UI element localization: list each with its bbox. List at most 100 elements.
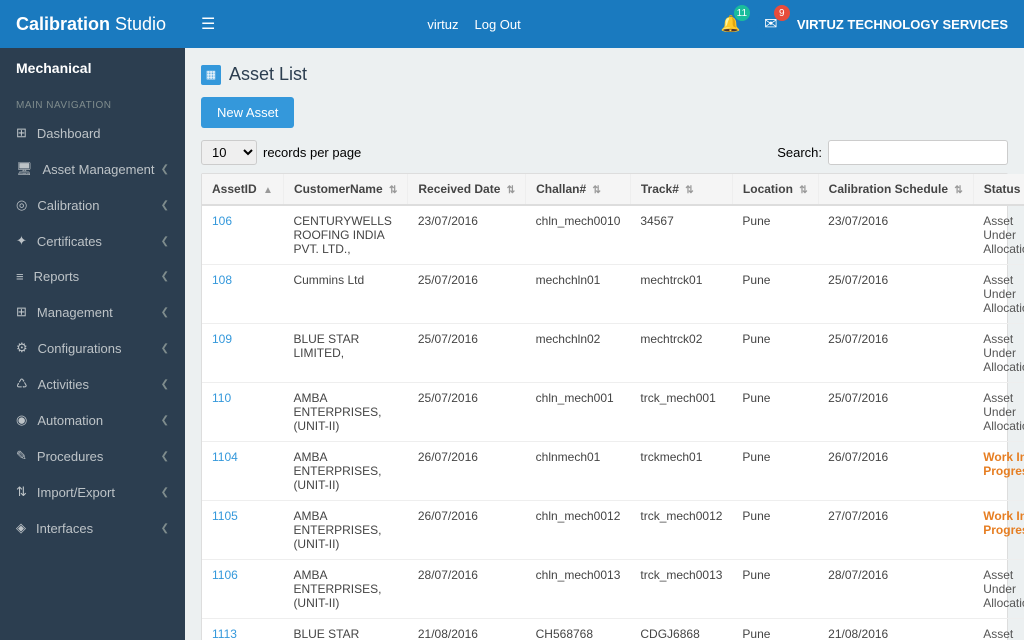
sidebar-item-label: Asset Management (43, 162, 155, 177)
sidebar-item-management[interactable]: ⊞ Management ❮ (0, 294, 185, 330)
asset-id-link[interactable]: 1106 (212, 568, 238, 582)
records-per-page-select[interactable]: 10 25 50 100 (201, 140, 257, 165)
cell-challan: mechchln01 (526, 265, 631, 324)
chevron-icon: ❮ (161, 307, 169, 318)
automation-icon: ◉ (16, 412, 27, 428)
sidebar-item-reports[interactable]: ≡ Reports ❮ (0, 259, 185, 294)
cell-customer-name: Cummins Ltd (283, 265, 407, 324)
cell-customer-name: BLUE STAR LIMITED, (283, 324, 407, 383)
sidebar-item-label: Procedures (37, 449, 103, 464)
asset-id-link[interactable]: 108 (212, 273, 232, 287)
sidebar-section-label: Main Navigation (0, 88, 185, 115)
asset-management-icon: 🖥 (16, 161, 33, 177)
cell-status: Asset Under Allocation (973, 205, 1024, 265)
cell-received-date: 25/07/2016 (408, 265, 526, 324)
table-row: 106 CENTURYWELLS ROOFING INDIA PVT. LTD.… (202, 205, 1024, 265)
sidebar-item-configurations[interactable]: ⚙ Configurations ❮ (0, 330, 185, 366)
cell-received-date: 21/08/2016 (408, 619, 526, 640)
table-controls: 10 25 50 100 records per page Search: (201, 140, 1008, 165)
sidebar-item-procedures[interactable]: ✎ Procedures ❮ (0, 438, 185, 474)
col-asset-id[interactable]: AssetID ▲ (202, 174, 283, 205)
asset-id-link[interactable]: 1105 (212, 509, 238, 523)
sidebar-item-interfaces[interactable]: ◈ Interfaces ❮ (0, 510, 185, 546)
col-status[interactable]: Status ⇅ (973, 174, 1024, 205)
sidebar: Mechanical Main Navigation ⊞ Dashboard 🖥… (0, 48, 185, 640)
logo-normal: Studio (110, 14, 166, 34)
cell-track: CDGJ6868 (630, 619, 732, 640)
cell-received-date: 26/07/2016 (408, 501, 526, 560)
col-customer-name[interactable]: CustomerName ⇅ (283, 174, 407, 205)
sidebar-item-label: Reports (34, 269, 80, 284)
cell-challan: CH568768 (526, 619, 631, 640)
chevron-icon: ❮ (161, 164, 169, 175)
sidebar-item-activities[interactable]: ♺ Activities ❮ (0, 366, 185, 402)
menu-icon[interactable]: ☰ (201, 14, 215, 34)
sidebar-item-label: Configurations (38, 341, 122, 356)
logout-link[interactable]: Log Out (474, 17, 520, 32)
table-row: 1104 AMBA ENTERPRISES, (UNIT-II) 26/07/2… (202, 442, 1024, 501)
sidebar-item-calibration[interactable]: ◎ Calibration ❮ (0, 187, 185, 223)
asset-id-link[interactable]: 1113 (212, 627, 237, 640)
sidebar-item-label: Dashboard (37, 126, 101, 141)
cell-location: Pune (732, 501, 818, 560)
cell-location: Pune (732, 205, 818, 265)
cell-status: Work In Progress (973, 442, 1024, 501)
notifications-button[interactable]: 🔔 11 (717, 10, 745, 38)
header-center: virtuz Log Out (231, 17, 716, 32)
cell-location: Pune (732, 560, 818, 619)
cell-asset-id: 109 (202, 324, 283, 383)
sidebar-item-dashboard[interactable]: ⊞ Dashboard (0, 115, 185, 151)
sidebar-item-automation[interactable]: ◉ Automation ❮ (0, 402, 185, 438)
cell-received-date: 26/07/2016 (408, 442, 526, 501)
messages-button[interactable]: ✉ 9 (757, 10, 785, 38)
cell-track: trck_mech001 (630, 383, 732, 442)
col-location[interactable]: Location ⇅ (732, 174, 818, 205)
username: virtuz (427, 17, 458, 32)
interfaces-icon: ◈ (16, 520, 26, 536)
cell-challan: chln_mech0013 (526, 560, 631, 619)
chevron-icon: ❮ (161, 487, 169, 498)
cell-location: Pune (732, 324, 818, 383)
chevron-icon: ❮ (161, 200, 169, 211)
page-header: ▦ Asset List (201, 64, 1008, 85)
records-per-page-label: records per page (263, 145, 361, 160)
page-title: Asset List (229, 64, 307, 85)
cell-cal-schedule: 26/07/2016 (818, 442, 973, 501)
cell-status: Work In Progress (973, 501, 1024, 560)
asset-id-link[interactable]: 106 (212, 214, 232, 228)
sidebar-item-certificates[interactable]: ✦ Certificates ❮ (0, 223, 185, 259)
col-challan[interactable]: Challan# ⇅ (526, 174, 631, 205)
activities-icon: ♺ (16, 376, 28, 392)
asset-id-link[interactable]: 109 (212, 332, 232, 346)
col-cal-schedule[interactable]: Calibration Schedule ⇅ (818, 174, 973, 205)
cell-customer-name: AMBA ENTERPRISES, (UNIT-II) (283, 442, 407, 501)
new-asset-button[interactable]: New Asset (201, 97, 294, 128)
asset-id-link[interactable]: 110 (212, 391, 231, 405)
asset-table-wrap: AssetID ▲ CustomerName ⇅ Received Date ⇅… (201, 173, 1008, 640)
cell-challan: chln_mech0010 (526, 205, 631, 265)
cell-location: Pune (732, 619, 818, 640)
cell-customer-name: BLUE STAR LIMITED, (283, 619, 407, 640)
table-row: 109 BLUE STAR LIMITED, 25/07/2016 mechch… (202, 324, 1024, 383)
sidebar-item-import-export[interactable]: ⇅ Import/Export ❮ (0, 474, 185, 510)
sidebar-item-label: Certificates (37, 234, 102, 249)
asset-id-link[interactable]: 1104 (212, 450, 238, 464)
cell-customer-name: AMBA ENTERPRISES, (UNIT-II) (283, 501, 407, 560)
sidebar-item-asset-management[interactable]: 🖥 Asset Management ❮ (0, 151, 185, 187)
sidebar-item-label: Interfaces (36, 521, 93, 536)
cell-location: Pune (732, 383, 818, 442)
cell-status: Asset Under Allocation (973, 560, 1024, 619)
logo-bold: Calibration (16, 14, 110, 34)
cell-track: 34567 (630, 205, 732, 265)
reports-icon: ≡ (16, 269, 24, 284)
header-right: 🔔 11 ✉ 9 VIRTUZ TECHNOLOGY SERVICES (717, 10, 1008, 38)
message-badge: 9 (774, 5, 790, 21)
col-received-date[interactable]: Received Date ⇅ (408, 174, 526, 205)
search-input[interactable] (828, 140, 1008, 165)
cell-received-date: 25/07/2016 (408, 324, 526, 383)
col-track[interactable]: Track# ⇅ (630, 174, 732, 205)
records-per-page: 10 25 50 100 records per page (201, 140, 361, 165)
cell-track: trck_mech0012 (630, 501, 732, 560)
cell-track: mechtrck02 (630, 324, 732, 383)
cell-asset-id: 110 (202, 383, 283, 442)
